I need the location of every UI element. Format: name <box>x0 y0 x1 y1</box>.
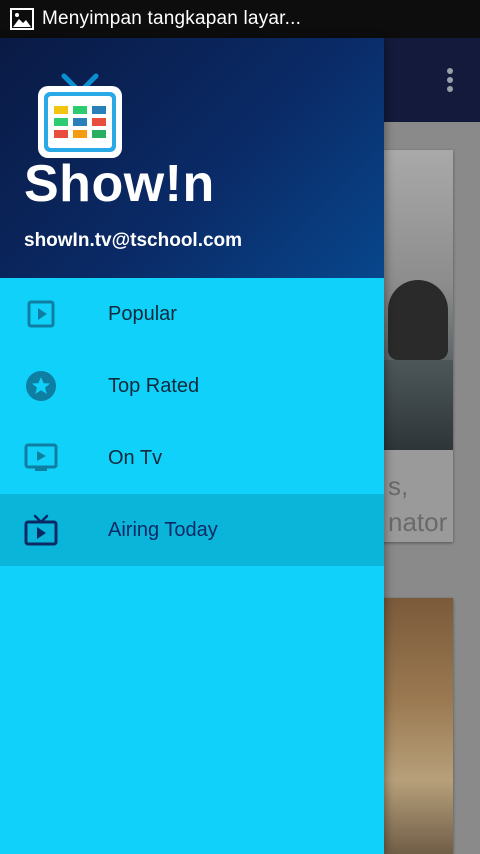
caption-line-2: nator <box>388 507 448 537</box>
monitor-play-icon <box>24 441 58 475</box>
app-name: Show!n <box>24 155 215 213</box>
app-logo-tv-icon <box>38 73 122 158</box>
star-circle-icon <box>24 369 58 403</box>
menu-item-top-rated[interactable]: Top Rated <box>0 350 384 422</box>
tv-antenna-icon <box>24 513 58 547</box>
image-icon <box>10 8 34 30</box>
drawer-menu: Popular Top Rated On Tv Airing Today <box>0 278 384 566</box>
play-square-icon <box>24 297 58 331</box>
status-notification-text: Menyimpan tangkapan layar... <box>42 8 302 29</box>
caption-line-1: s, <box>388 471 409 501</box>
show-card-caption: s, nator <box>388 468 447 540</box>
menu-item-label: Airing Today <box>108 518 218 541</box>
menu-item-airing-today[interactable]: Airing Today <box>0 494 384 566</box>
navigation-drawer: Show!n showIn.tv@tschool.com Popular Top… <box>0 38 384 854</box>
menu-item-label: On Tv <box>108 446 163 469</box>
status-bar: Menyimpan tangkapan layar... <box>0 0 480 38</box>
account-email: showIn.tv@tschool.com <box>24 230 243 251</box>
menu-item-label: Top Rated <box>108 374 200 397</box>
menu-item-on-tv[interactable]: On Tv <box>0 422 384 494</box>
overflow-menu-icon[interactable] <box>446 68 454 94</box>
menu-item-popular[interactable]: Popular <box>0 278 384 350</box>
drawer-header: Show!n showIn.tv@tschool.com <box>0 38 384 278</box>
menu-item-label: Popular <box>108 302 177 325</box>
